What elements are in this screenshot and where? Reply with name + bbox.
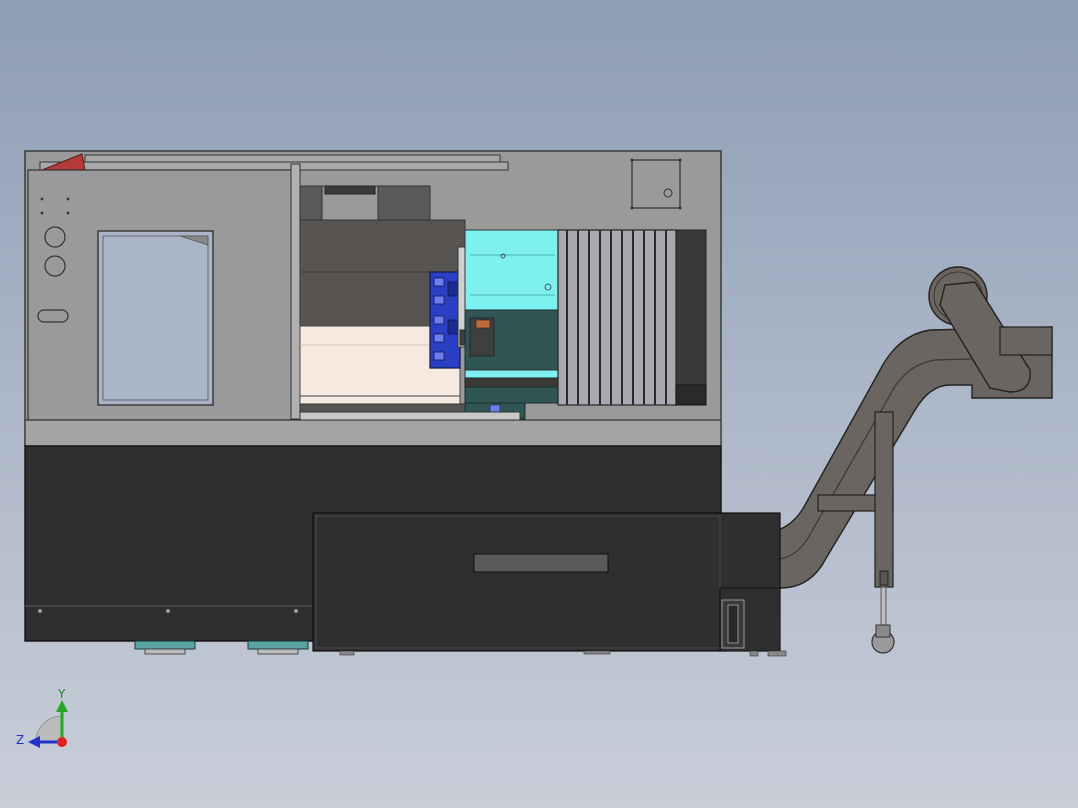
cad-viewport[interactable]: Y Z: [0, 0, 1078, 808]
tank-handle: [473, 553, 609, 573]
interior-cyan: [464, 229, 559, 311]
control-knob-1: [44, 226, 66, 248]
triad-y-label: Y: [57, 687, 66, 701]
control-knob-2: [44, 255, 66, 277]
foot-1: [134, 640, 196, 650]
slot-handle: [37, 309, 69, 323]
way-cover: [557, 229, 707, 406]
machine-base: [24, 445, 787, 657]
orientation-triad: Y Z: [16, 687, 68, 748]
foot-2: [247, 640, 309, 650]
machine-housing: [24, 150, 722, 447]
access-panel: [631, 159, 681, 209]
triad-z-label: Z: [16, 733, 24, 747]
